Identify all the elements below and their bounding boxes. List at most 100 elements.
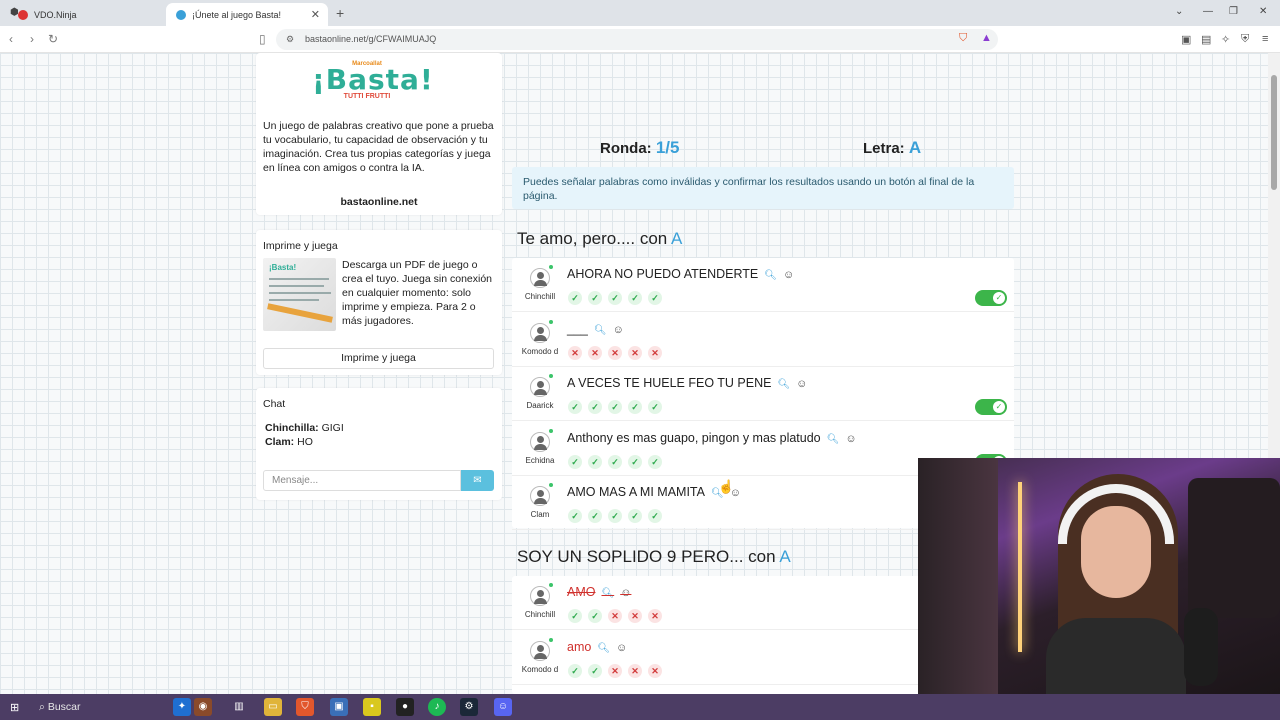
- taskbar: ⊞ ⌕ Buscar ✦ ◉ ▥ ▭ ⛉ ▣ ▪ ● ♪ ⚙ ☺: [0, 694, 1280, 720]
- discord-icon[interactable]: ☺: [494, 698, 512, 716]
- brave-browser-icon[interactable]: ⛉: [296, 698, 314, 716]
- vote-valid-icon[interactable]: ✓: [628, 509, 642, 523]
- vote-valid-icon[interactable]: ✓: [648, 291, 662, 305]
- vote-valid-icon[interactable]: ✓: [608, 454, 622, 469]
- react-emoji-icon[interactable]: ☺: [783, 269, 794, 281]
- print-button[interactable]: Imprime y juega: [263, 348, 494, 369]
- wallet-icon[interactable]: ▤: [1201, 33, 1211, 46]
- vote-invalid-icon[interactable]: ✕: [628, 609, 642, 623]
- answer-text-wrap: AHORA NO PUEDO ATENDERTE 🔍︎ ☺: [567, 267, 794, 281]
- vote-invalid-icon[interactable]: ✕: [588, 345, 602, 360]
- sidebar-icon[interactable]: ▣: [1181, 33, 1191, 46]
- vote-valid-icon[interactable]: ✓: [568, 291, 582, 305]
- react-emoji-icon[interactable]: ☺: [845, 433, 856, 445]
- vote-invalid-icon[interactable]: ✕: [648, 609, 662, 623]
- vote-valid-icon[interactable]: ✓: [568, 454, 582, 469]
- answer-text-wrap: AMO 🔍︎ ☺: [567, 585, 631, 599]
- steam-icon[interactable]: ⚙: [460, 698, 478, 716]
- brave-rewards-icon[interactable]: ▲: [981, 32, 992, 44]
- vote-valid-icon[interactable]: ✓: [588, 663, 602, 678]
- vote-valid-icon[interactable]: ✓: [628, 291, 642, 305]
- chat-send-button[interactable]: ✉: [461, 470, 494, 491]
- forward-icon[interactable]: ›: [30, 32, 34, 46]
- vote-invalid-icon[interactable]: ✕: [608, 345, 622, 360]
- reload-icon[interactable]: ↻: [48, 32, 58, 46]
- vote-invalid-icon[interactable]: ✕: [628, 663, 642, 678]
- react-emoji-icon[interactable]: ☺: [620, 587, 631, 599]
- vote-valid-icon[interactable]: ✓: [608, 291, 622, 305]
- player-avatar: [530, 431, 550, 452]
- notes-icon[interactable]: ▪: [363, 698, 381, 716]
- task-view-icon[interactable]: ▥: [230, 698, 248, 716]
- bookmark-icon[interactable]: ▯: [259, 32, 266, 46]
- vote-valid-icon[interactable]: ✓: [568, 609, 582, 623]
- vote-invalid-icon[interactable]: ✕: [568, 345, 582, 360]
- vote-valid-icon[interactable]: ✓: [568, 663, 582, 678]
- vote-valid-icon[interactable]: ✓: [648, 509, 662, 523]
- vote-valid-icon[interactable]: ✓: [568, 400, 582, 414]
- vote-valid-icon[interactable]: ✓: [588, 509, 602, 523]
- spotify-icon[interactable]: ♪: [428, 698, 446, 716]
- answer-text-wrap: Anthony es mas guapo, pingon y mas platu…: [567, 431, 857, 445]
- search-icon[interactable]: 🔍︎: [764, 270, 777, 281]
- site-info-icon[interactable]: ⚙: [286, 34, 294, 45]
- search-icon[interactable]: 🔍︎: [601, 588, 614, 599]
- vote-invalid-icon[interactable]: ✕: [628, 345, 642, 360]
- vote-valid-icon[interactable]: ✓: [608, 509, 622, 523]
- vote-valid-icon[interactable]: ✓: [628, 400, 642, 414]
- football-icon[interactable]: ◉: [194, 698, 212, 716]
- vote-valid-icon[interactable]: ✓: [588, 291, 602, 305]
- react-emoji-icon[interactable]: ☺: [616, 642, 627, 654]
- answer-text: AMO: [567, 585, 596, 599]
- vote-invalid-icon[interactable]: ✕: [608, 663, 622, 678]
- extensions-icon[interactable]: ✧: [1221, 33, 1230, 46]
- online-status-icon: [549, 583, 553, 587]
- webcam-light-strip: [1018, 482, 1022, 652]
- brave-shield-icon[interactable]: ⛉: [959, 32, 967, 45]
- close-tab-icon[interactable]: ✕: [311, 8, 320, 21]
- menu-icon[interactable]: ≡: [1262, 33, 1268, 45]
- vpn-icon[interactable]: ⛨: [1241, 33, 1249, 46]
- validate-toggle[interactable]: ✓: [975, 399, 1007, 415]
- vote-invalid-icon[interactable]: ✕: [648, 663, 662, 678]
- vote-valid-icon[interactable]: ✓: [588, 400, 602, 414]
- restore-icon[interactable]: ❐: [1229, 6, 1238, 17]
- tab-vdo-ninja[interactable]: VDO.Ninja: [8, 3, 166, 26]
- category-title-text: SOY UN SOPLIDO 9 PERO... con: [517, 547, 776, 566]
- vote-valid-icon[interactable]: ✓: [588, 609, 602, 623]
- vote-valid-icon[interactable]: ✓: [588, 454, 602, 469]
- minimize-icon[interactable]: —: [1203, 6, 1213, 17]
- obs-icon[interactable]: ●: [396, 698, 414, 716]
- search-icon[interactable]: 🔍︎: [594, 325, 607, 336]
- chat-message-input[interactable]: Mensaje...: [263, 470, 461, 491]
- vote-valid-icon[interactable]: ✓: [648, 400, 662, 414]
- file-explorer-icon[interactable]: ▭: [264, 698, 282, 716]
- vote-valid-icon[interactable]: ✓: [608, 400, 622, 414]
- vote-valid-icon[interactable]: ✓: [648, 454, 662, 469]
- widgets-icon[interactable]: ✦: [173, 698, 191, 716]
- vote-invalid-icon[interactable]: ✕: [648, 345, 662, 360]
- url-field[interactable]: ⚙ bastaonline.net/g/CFWAIMUAJQ ⛉ ▲: [276, 29, 998, 50]
- vote-valid-icon[interactable]: ✓: [568, 509, 582, 523]
- tab-basta[interactable]: ¡Únete al juego Basta! ✕: [166, 3, 328, 26]
- taskbar-search[interactable]: ⌕ Buscar: [33, 697, 163, 717]
- tab-search-icon[interactable]: ⌄: [1175, 6, 1183, 17]
- vote-invalid-icon[interactable]: ✕: [608, 609, 622, 623]
- search-icon[interactable]: 🔍︎: [827, 434, 840, 445]
- react-emoji-icon[interactable]: ☺: [796, 378, 807, 390]
- intro-card: Marcoallat ¡Basta! TUTTI FRUTTI Un juego…: [256, 53, 502, 215]
- scrollbar-thumb[interactable]: [1271, 75, 1277, 190]
- react-emoji-icon[interactable]: ☺: [613, 324, 624, 336]
- pencil-icon: [267, 303, 333, 323]
- close-window-icon[interactable]: ✕: [1259, 6, 1267, 17]
- search-icon[interactable]: 🔍︎: [777, 379, 790, 390]
- validate-toggle[interactable]: ✓: [975, 290, 1007, 306]
- pdf-thumbnail[interactable]: ¡Basta!: [263, 258, 336, 331]
- app-window-icon[interactable]: ▣: [330, 698, 348, 716]
- back-icon[interactable]: ‹: [9, 32, 13, 46]
- windows-start-icon[interactable]: ⊞: [10, 701, 19, 714]
- vote-valid-icon[interactable]: ✓: [628, 454, 642, 469]
- new-tab-icon[interactable]: +: [336, 5, 344, 21]
- category-letter: A: [671, 229, 683, 248]
- search-icon[interactable]: 🔍︎: [597, 643, 610, 654]
